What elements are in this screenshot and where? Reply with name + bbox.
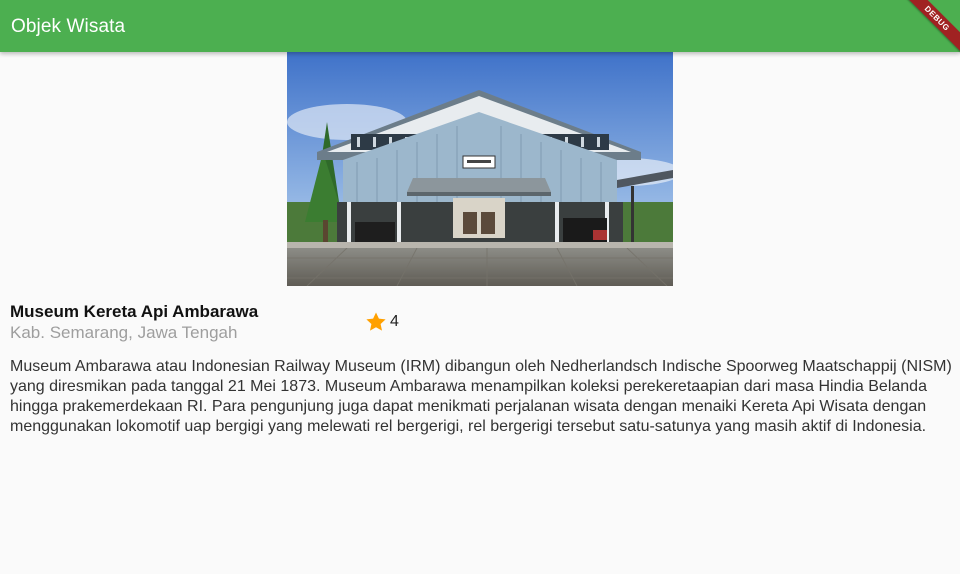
rating: 4 xyxy=(364,310,399,334)
place-location: Kab. Semarang, Jawa Tengah xyxy=(10,323,238,342)
place-description: Museum Ambarawa atau Indonesian Railway … xyxy=(10,358,952,435)
debug-banner: DEBUG xyxy=(900,0,960,60)
app-bar: Objek Wisata xyxy=(0,0,960,52)
star-icon xyxy=(366,312,386,331)
rating-value: 4 xyxy=(390,313,399,330)
app-bar-title: Objek Wisata xyxy=(11,16,126,37)
place-name: Museum Kereta Api Ambarawa xyxy=(10,302,259,321)
debug-label: DEBUG xyxy=(900,0,960,55)
museum-photo xyxy=(287,52,673,286)
